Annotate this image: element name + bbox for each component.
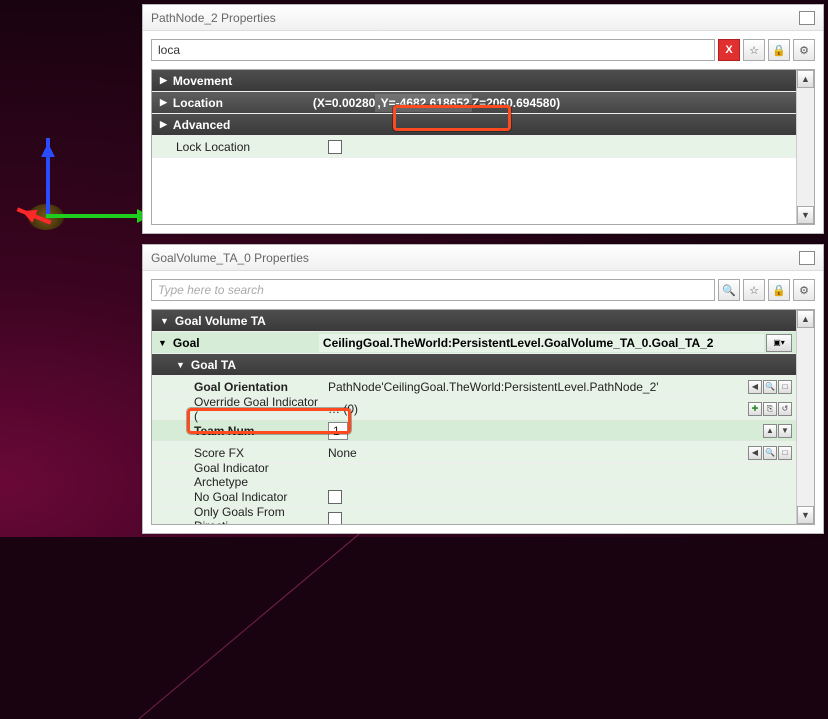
expand-icon: ▶ bbox=[160, 119, 167, 130]
properties-panel-goalvolume: GoalVolume_TA_0 Properties 🔍 ☆ 🔒 ⚙ ▼Goal… bbox=[142, 244, 824, 534]
lock-button[interactable]: 🔒 bbox=[768, 39, 790, 61]
scrollbar[interactable]: ▲▼ bbox=[796, 310, 814, 524]
find-icon[interactable]: 🔍 bbox=[763, 446, 777, 460]
clear-search-button[interactable]: X bbox=[718, 39, 740, 61]
team-num-input[interactable]: 1 bbox=[328, 422, 348, 440]
category-goal-volume-ta[interactable]: ▼Goal Volume TA bbox=[152, 310, 814, 332]
scroll-down-icon[interactable]: ▼ bbox=[797, 206, 814, 224]
settings-button[interactable]: ⚙ bbox=[793, 279, 815, 301]
axis-gizmo[interactable] bbox=[24, 138, 144, 258]
collapse-icon: ▼ bbox=[158, 338, 167, 348]
prop-team-num: Team Num 1 ▲▼ bbox=[152, 420, 814, 442]
find-icon[interactable]: 🔍 bbox=[763, 380, 777, 394]
search-row: X ☆ 🔒 ⚙ bbox=[143, 31, 823, 69]
expand-icon: ▶ bbox=[160, 75, 167, 86]
lock-button[interactable]: 🔒 bbox=[768, 279, 790, 301]
settings-button[interactable]: ⚙ bbox=[793, 39, 815, 61]
location-x: (X=0.00280 bbox=[313, 96, 375, 110]
location-y: ,Y=-4682.618652 bbox=[375, 94, 471, 112]
goal-dropdown-button[interactable]: ▣▾ bbox=[766, 334, 792, 352]
prop-goal[interactable]: ▼ Goal CeilingGoal.TheWorld:PersistentLe… bbox=[152, 332, 814, 354]
axis-x[interactable] bbox=[46, 214, 156, 218]
panel-titlebar[interactable]: GoalVolume_TA_0 Properties bbox=[143, 245, 823, 271]
property-list: ▼Goal Volume TA ▼ Goal CeilingGoal.TheWo… bbox=[151, 309, 815, 525]
use-icon[interactable]: □ bbox=[778, 380, 792, 394]
search-input[interactable] bbox=[151, 279, 715, 301]
panel-title: GoalVolume_TA_0 Properties bbox=[151, 251, 309, 265]
scrollbar[interactable]: ▲▼ bbox=[796, 70, 814, 224]
use-icon[interactable]: □ bbox=[778, 446, 792, 460]
maximize-icon[interactable] bbox=[799, 11, 815, 25]
search-row: 🔍 ☆ 🔒 ⚙ bbox=[143, 271, 823, 309]
prop-only-goals-from-direction: Only Goals From Directi bbox=[152, 508, 814, 525]
category-location[interactable]: ▶ Location (X=0.00280 ,Y=-4682.618652 Z=… bbox=[152, 92, 814, 114]
category-goal-ta[interactable]: ▼Goal TA bbox=[152, 354, 814, 376]
scroll-down-icon[interactable]: ▼ bbox=[797, 506, 814, 524]
duplicate-icon[interactable]: ⎘ bbox=[763, 402, 777, 416]
category-movement[interactable]: ▶Movement bbox=[152, 70, 814, 92]
expand-icon: ▶ bbox=[160, 97, 167, 108]
properties-panel-pathnode: PathNode_2 Properties X ☆ 🔒 ⚙ ▶Movement … bbox=[142, 4, 824, 234]
scroll-up-icon[interactable]: ▲ bbox=[797, 70, 814, 88]
goal-value[interactable]: CeilingGoal.TheWorld:PersistentLevel.Goa… bbox=[319, 334, 764, 352]
category-advanced[interactable]: ▶Advanced bbox=[152, 114, 814, 136]
prop-goal-indicator-archetype: Goal Indicator Archetype bbox=[152, 464, 814, 486]
spin-down-icon[interactable]: ▼ bbox=[778, 424, 792, 438]
back-icon[interactable]: ◀ bbox=[748, 446, 762, 460]
prop-override-goal-indicator: Override Goal Indicator ( … (0) ✚⎘↺ bbox=[152, 398, 814, 420]
favorite-button[interactable]: ☆ bbox=[743, 39, 765, 61]
search-input[interactable] bbox=[151, 39, 715, 61]
no-goal-indicator-checkbox[interactable] bbox=[328, 490, 342, 504]
favorite-button[interactable]: ☆ bbox=[743, 279, 765, 301]
panel-title: PathNode_2 Properties bbox=[151, 11, 276, 25]
axis-z[interactable] bbox=[46, 138, 50, 216]
scroll-up-icon[interactable]: ▲ bbox=[797, 310, 814, 328]
prop-lock-location: Lock Location bbox=[152, 136, 814, 158]
back-icon[interactable]: ◀ bbox=[748, 380, 762, 394]
search-button[interactable]: 🔍 bbox=[718, 279, 740, 301]
maximize-icon[interactable] bbox=[799, 251, 815, 265]
location-z: Z=2060.694580) bbox=[472, 96, 560, 110]
panel-titlebar[interactable]: PathNode_2 Properties bbox=[143, 5, 823, 31]
only-goals-checkbox[interactable] bbox=[328, 512, 342, 526]
add-icon[interactable]: ✚ bbox=[748, 402, 762, 416]
collapse-icon: ▼ bbox=[176, 360, 185, 370]
collapse-icon: ▼ bbox=[160, 316, 169, 326]
spin-up-icon[interactable]: ▲ bbox=[763, 424, 777, 438]
undo-icon[interactable]: ↺ bbox=[778, 402, 792, 416]
property-list: ▶Movement ▶ Location (X=0.00280 ,Y=-4682… bbox=[151, 69, 815, 225]
lock-location-checkbox[interactable] bbox=[328, 140, 342, 154]
